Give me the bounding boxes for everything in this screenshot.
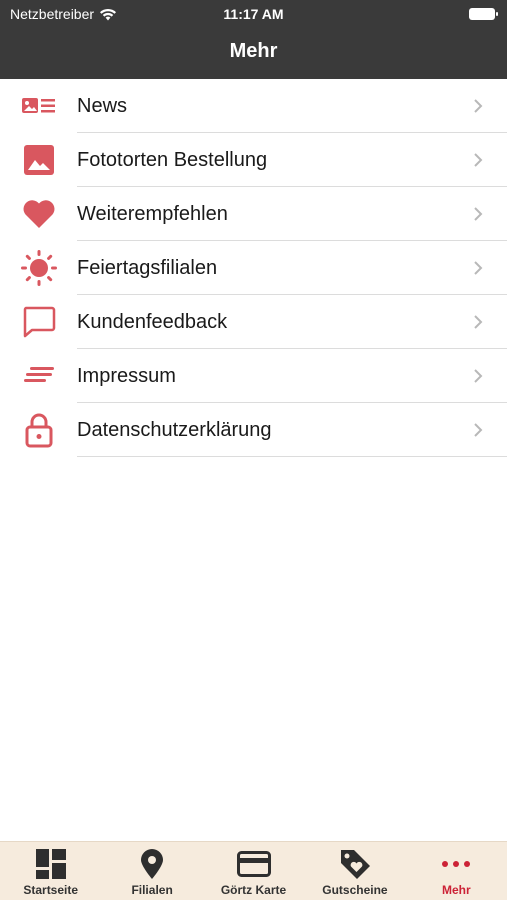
more-dots-icon — [439, 848, 473, 880]
text-lines-icon — [20, 358, 58, 394]
status-time: 11:17 AM — [223, 6, 284, 22]
menu-item-weiterempfehlen[interactable]: Weiterempfehlen — [0, 187, 507, 241]
location-pin-icon — [135, 848, 169, 880]
menu-item-impressum[interactable]: Impressum — [0, 349, 507, 403]
tab-label: Görtz Karte — [220, 883, 287, 897]
chevron-right-icon — [474, 261, 483, 275]
tab-goertz-karte[interactable]: Görtz Karte — [203, 842, 304, 900]
menu-item-feiertagsfilialen[interactable]: Feiertagsfilialen — [0, 241, 507, 295]
screen: Netzbetreiber 11:17 AM Mehr News Fototor… — [0, 0, 507, 900]
menu-item-fototorten-bestellung[interactable]: Fototorten Bestellung — [0, 133, 507, 187]
status-bar: Netzbetreiber 11:17 AM — [0, 0, 507, 30]
tab-startseite[interactable]: Startseite — [0, 842, 101, 900]
sun-icon — [20, 250, 58, 286]
tab-gutscheine[interactable]: Gutscheine — [304, 842, 405, 900]
menu-item-news[interactable]: News — [0, 79, 507, 133]
top-bar: Netzbetreiber 11:17 AM Mehr — [0, 0, 507, 79]
menu-item-label: Weiterempfehlen — [77, 202, 228, 225]
menu-item-kundenfeedback[interactable]: Kundenfeedback — [0, 295, 507, 349]
menu-item-label: Impressum — [77, 364, 176, 387]
news-icon — [20, 88, 58, 124]
menu-item-label: Feiertagsfilialen — [77, 256, 218, 279]
tab-label: Startseite — [23, 883, 79, 897]
lock-icon — [20, 412, 58, 448]
card-icon — [236, 848, 271, 880]
tab-bar: Startseite Filialen Görtz Karte Gutschei… — [0, 841, 507, 900]
chevron-right-icon — [474, 369, 483, 383]
menu-list: News Fototorten Bestellung Weiterempfehl… — [0, 79, 507, 457]
divider — [77, 456, 507, 457]
tab-label: Mehr — [441, 883, 471, 897]
chat-bubble-icon — [20, 304, 58, 340]
chevron-right-icon — [474, 207, 483, 221]
tab-label: Gutscheine — [322, 883, 388, 897]
tab-mehr[interactable]: Mehr — [406, 842, 507, 900]
tag-icon — [338, 848, 372, 880]
image-icon — [20, 142, 58, 178]
page-title: Mehr — [229, 40, 278, 62]
tab-filialen[interactable]: Filialen — [101, 842, 202, 900]
heart-icon — [20, 196, 58, 232]
chevron-right-icon — [474, 423, 483, 437]
chevron-right-icon — [474, 315, 483, 329]
menu-item-datenschutzerklaerung[interactable]: Datenschutzerklärung — [0, 403, 507, 457]
chevron-right-icon — [474, 99, 483, 113]
menu-item-label: News — [77, 94, 128, 117]
menu-item-label: Kundenfeedback — [77, 310, 228, 333]
dashboard-icon — [34, 848, 68, 880]
chevron-right-icon — [474, 153, 483, 167]
menu-item-label: Datenschutzerklärung — [77, 418, 272, 441]
menu-item-label: Fototorten Bestellung — [77, 148, 268, 171]
battery-icon — [469, 8, 498, 20]
tab-label: Filialen — [131, 883, 173, 897]
